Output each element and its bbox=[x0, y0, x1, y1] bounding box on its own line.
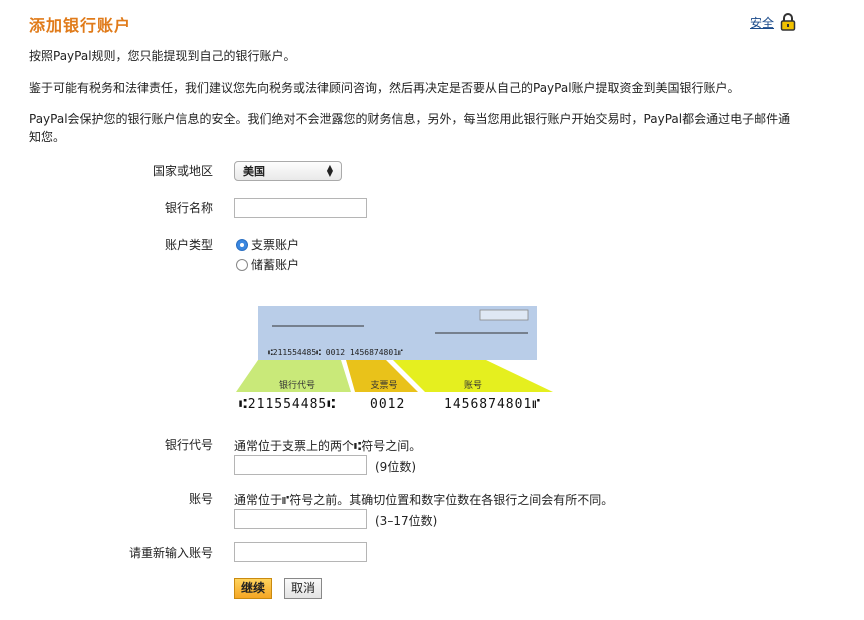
radio-checking-label: 支票账户 bbox=[251, 238, 300, 252]
account-number: 1456874801⑈ bbox=[444, 397, 541, 412]
account-tag: 账号 bbox=[464, 380, 482, 391]
security-link[interactable]: 安全 bbox=[750, 13, 796, 31]
account-hint: 通常位于⑈符号之前。其确切位置和数字位数在各银行之间会有所不同。 bbox=[234, 493, 614, 507]
radio-checking-button[interactable] bbox=[236, 238, 248, 251]
radio-savings[interactable]: 储蓄账户 bbox=[236, 256, 299, 273]
intro-paragraph-2: 鉴于可能有税务和法律责任，我们建议您先向税务或法律顾问咨询，然后再决定是否要从自… bbox=[29, 81, 740, 95]
check-diagram: ⑆211554485⑆ 0012 1456874801⑈ 银行代号 支票号 账号… bbox=[236, 306, 553, 412]
routing-label: 银行代号 bbox=[164, 438, 213, 452]
routing-input[interactable] bbox=[234, 455, 367, 475]
routing-hint: 通常位于支票上的两个⑆符号之间。 bbox=[234, 439, 422, 453]
check-amount-box bbox=[479, 309, 529, 321]
reenter-account-input[interactable] bbox=[234, 542, 367, 562]
continue-button[interactable]: 继续 bbox=[234, 578, 273, 599]
page-title: 添加银行账户 bbox=[29, 16, 132, 35]
bank-name-label: 银行名称 bbox=[164, 201, 213, 215]
country-value: 美国 bbox=[243, 165, 265, 178]
intro-paragraph-1: 按照PayPal规则，您只能提现到自己的银行账户。 bbox=[29, 49, 296, 63]
account-type-label: 账户类型 bbox=[164, 238, 213, 252]
routing-number: ⑆211554485⑆ bbox=[239, 397, 336, 412]
routing-tag: 银行代号 bbox=[279, 379, 315, 391]
routing-digits: (9位数) bbox=[375, 460, 416, 474]
bank-name-input[interactable] bbox=[234, 198, 367, 218]
check-number: 0012 bbox=[370, 397, 405, 412]
lock-icon bbox=[780, 13, 796, 31]
intro-paragraph-3: PayPal会保护您的银行账户信息的安全。我们绝对不会泄露您的财务信息，另外，每… bbox=[29, 112, 791, 144]
micr-line-small: ⑆211554485⑆ 0012 1456874801⑈ bbox=[268, 348, 403, 357]
account-digits: (3–17位数) bbox=[375, 514, 438, 528]
radio-savings-label: 储蓄账户 bbox=[251, 258, 300, 272]
country-label: 国家或地区 bbox=[152, 164, 213, 178]
check-tag: 支票号 bbox=[370, 379, 397, 391]
country-select[interactable]: 美国 ▲ ▼ bbox=[234, 161, 342, 181]
account-label: 账号 bbox=[188, 492, 213, 506]
select-arrows-icon: ▲ ▼ bbox=[326, 163, 333, 178]
security-label: 安全 bbox=[750, 15, 775, 30]
reenter-label: 请重新输入账号 bbox=[128, 546, 213, 560]
radio-checking[interactable]: 支票账户 bbox=[236, 236, 299, 253]
radio-savings-button[interactable] bbox=[236, 258, 248, 271]
account-input[interactable] bbox=[234, 509, 367, 529]
cancel-button[interactable]: 取消 bbox=[284, 578, 323, 599]
